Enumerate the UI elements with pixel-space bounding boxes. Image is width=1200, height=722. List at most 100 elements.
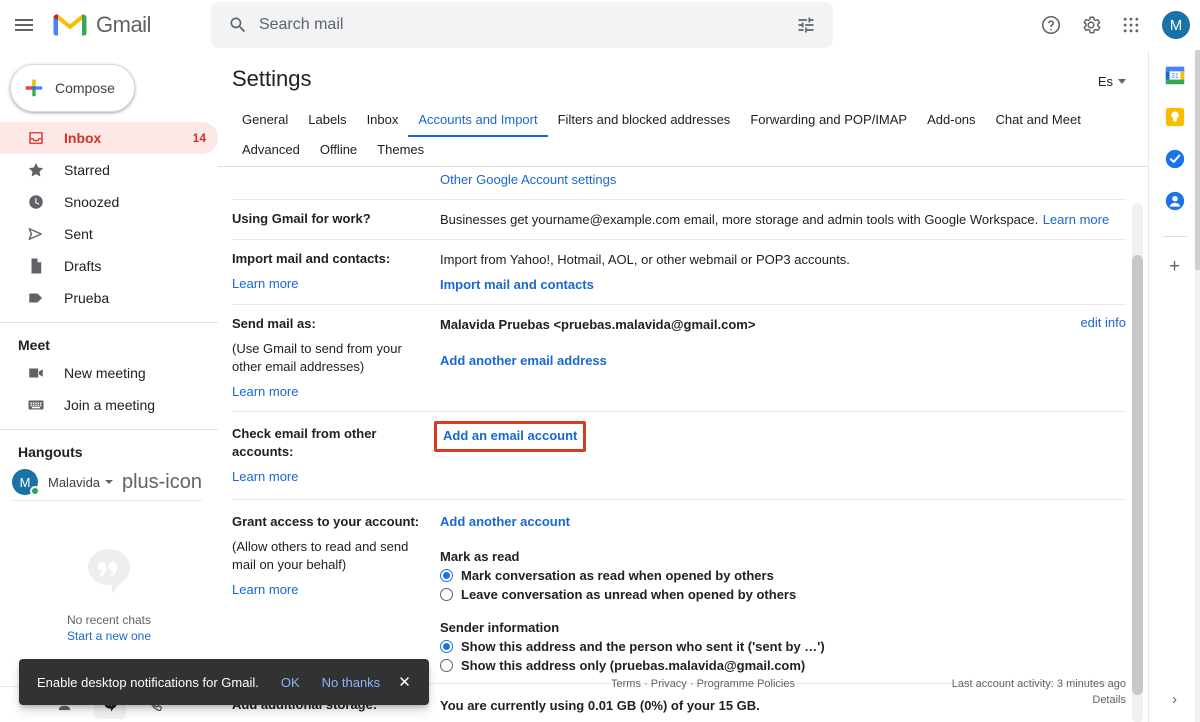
tab-forwarding-and-pop-imap[interactable]: Forwarding and POP/IMAP [740,106,917,137]
sidebar-item-snoozed[interactable]: Snoozed [0,186,218,218]
add-another-email-address-action[interactable]: Add another email address [440,353,607,368]
footer-separator: · [640,678,651,690]
tab-filters-and-blocked-addresses[interactable]: Filters and blocked addresses [548,106,741,137]
google-calendar-icon[interactable]: 31 [1164,64,1186,86]
sidebar-item-prueba[interactable]: Prueba [0,282,218,314]
hangouts-user-name: Malavida [48,474,101,490]
sidebar-item-starred[interactable]: Starred [0,154,218,186]
chevron-down-icon[interactable] [105,480,114,484]
tab-advanced[interactable]: Advanced [232,136,310,167]
add-side-panel-app-icon[interactable]: + [1169,257,1180,276]
radio-option-mark-as-read[interactable]: Mark conversation as read when opened by… [440,568,1126,583]
close-icon[interactable]: ✕ [398,673,411,691]
sidebar-item-sent[interactable]: Sent [0,218,218,250]
grant-access-learn-more-link[interactable]: Learn more [232,582,298,597]
hangouts-start-new-link[interactable]: Start a new one [0,629,218,643]
compose-button[interactable]: Compose [10,64,135,112]
add-another-account-action[interactable]: Add another account [440,514,570,529]
grant-access-note: (Allow others to read and send mail on y… [232,539,409,572]
radio-button[interactable] [440,588,453,601]
sidebar-item-label: Inbox [64,130,102,146]
video-camera-icon [26,363,46,383]
mark-as-read-title: Mark as read [440,549,520,564]
online-status-dot [30,486,40,496]
label-icon [26,288,46,308]
search-bar[interactable] [210,2,833,48]
privacy-link[interactable]: Privacy [651,678,687,690]
help-icon[interactable] [1032,6,1070,44]
apps-grid-icon[interactable] [1112,6,1150,44]
sidebar-item-new-meeting[interactable]: New meeting [0,357,218,389]
google-contacts-icon[interactable] [1164,190,1186,212]
gmail-logo-link[interactable]: Gmail [52,11,151,39]
tab-general[interactable]: General [232,106,298,137]
edit-info-link[interactable]: edit info [1068,315,1126,401]
google-keep-icon[interactable] [1164,106,1186,128]
activity-details-link[interactable]: Details [888,694,1126,706]
snackbar-ok-button[interactable]: OK [281,675,300,690]
check-email-label: Check email from other accounts: [232,426,377,459]
send-mail-as-note: (Use Gmail to send from your other email… [232,341,402,374]
send-icon [26,224,46,244]
using-gmail-for-work-learn-more-link[interactable]: Learn more [1043,212,1109,227]
sidebar-item-join-meeting[interactable]: Join a meeting [0,389,218,421]
radio-button[interactable] [440,640,453,653]
search-icon[interactable] [219,6,257,44]
brand-text: Gmail [96,12,151,37]
hangouts-user-row[interactable]: M Malavida plus-icon [0,464,218,500]
tab-chat-and-meet[interactable]: Chat and Meet [986,106,1091,137]
avatar[interactable]: M [1160,9,1192,41]
top-app-bar: Gmail M [0,0,1200,50]
import-mail-learn-more-link[interactable]: Learn more [232,276,298,291]
other-google-account-settings-link[interactable]: Other Google Account settings [440,172,616,187]
language-selector[interactable]: Es [1098,74,1126,89]
svg-text:31: 31 [1171,73,1179,80]
settings-row-using-gmail-for-work: Using Gmail for work? Businesses get you… [232,200,1126,240]
tab-offline[interactable]: Offline [310,136,367,167]
page-scrollbar-track[interactable] [1195,50,1200,722]
right-side-panel: 31 + › [1148,50,1200,722]
language-label: Es [1097,74,1113,89]
meet-nav-list: New meeting Join a meeting [0,357,218,421]
send-mail-as-learn-more-link[interactable]: Learn more [232,384,298,399]
sidebar-item-drafts[interactable]: Drafts [0,250,218,282]
hangouts-quote-icon [83,545,135,597]
programme-policies-link[interactable]: Programme Policies [697,678,795,690]
radio-button[interactable] [440,569,453,582]
radio-option-show-address-and-person[interactable]: Show this address and the person who sen… [440,639,1126,654]
settings-scrollbar-track[interactable] [1132,203,1143,722]
inbox-icon [26,128,46,148]
draft-icon [26,256,46,276]
google-tasks-icon[interactable] [1164,148,1186,170]
radio-label[interactable]: Leave conversation as unread when opened… [461,587,796,602]
tab-accounts-and-import[interactable]: Accounts and Import [408,106,548,137]
sidebar-item-label: Sent [64,226,93,242]
terms-link[interactable]: Terms [611,678,641,690]
hangouts-avatar: M [12,469,40,496]
snackbar-no-thanks-button[interactable]: No thanks [322,675,381,690]
search-input[interactable] [256,3,787,47]
radio-label[interactable]: Mark conversation as read when opened by… [461,568,774,583]
sidebar-item-inbox[interactable]: Inbox 14 [0,122,218,154]
tab-add-ons[interactable]: Add-ons [917,106,985,137]
hangouts-add-icon[interactable]: plus-icon [122,472,202,492]
tab-themes[interactable]: Themes [367,136,434,167]
sidebar-item-label: Prueba [64,290,110,306]
import-mail-and-contacts-action[interactable]: Import mail and contacts [440,277,594,292]
tune-icon[interactable] [787,6,825,44]
main-menu-icon[interactable] [4,5,44,45]
settings-row-check-email: Check email from other accounts: Learn m… [232,412,1126,500]
using-gmail-for-work-label: Using Gmail for work? [232,211,371,226]
collapse-side-panel-icon[interactable]: › [1172,691,1177,708]
using-gmail-for-work-text: Businesses get yourname@example.com emai… [440,212,1039,227]
hangouts-empty-title: No recent chats [66,613,152,627]
tab-inbox[interactable]: Inbox [357,106,409,137]
check-email-learn-more-link[interactable]: Learn more [232,469,298,484]
page-scrollbar-thumb[interactable] [1195,50,1200,270]
radio-option-leave-unread[interactable]: Leave conversation as unread when opened… [440,587,1126,602]
gear-icon[interactable] [1072,6,1110,44]
radio-label[interactable]: Show this address and the person who sen… [461,639,825,654]
settings-scrollbar-thumb[interactable] [1132,255,1143,695]
add-an-email-account-action[interactable]: Add an email account [443,428,577,443]
tab-labels[interactable]: Labels [298,106,356,137]
